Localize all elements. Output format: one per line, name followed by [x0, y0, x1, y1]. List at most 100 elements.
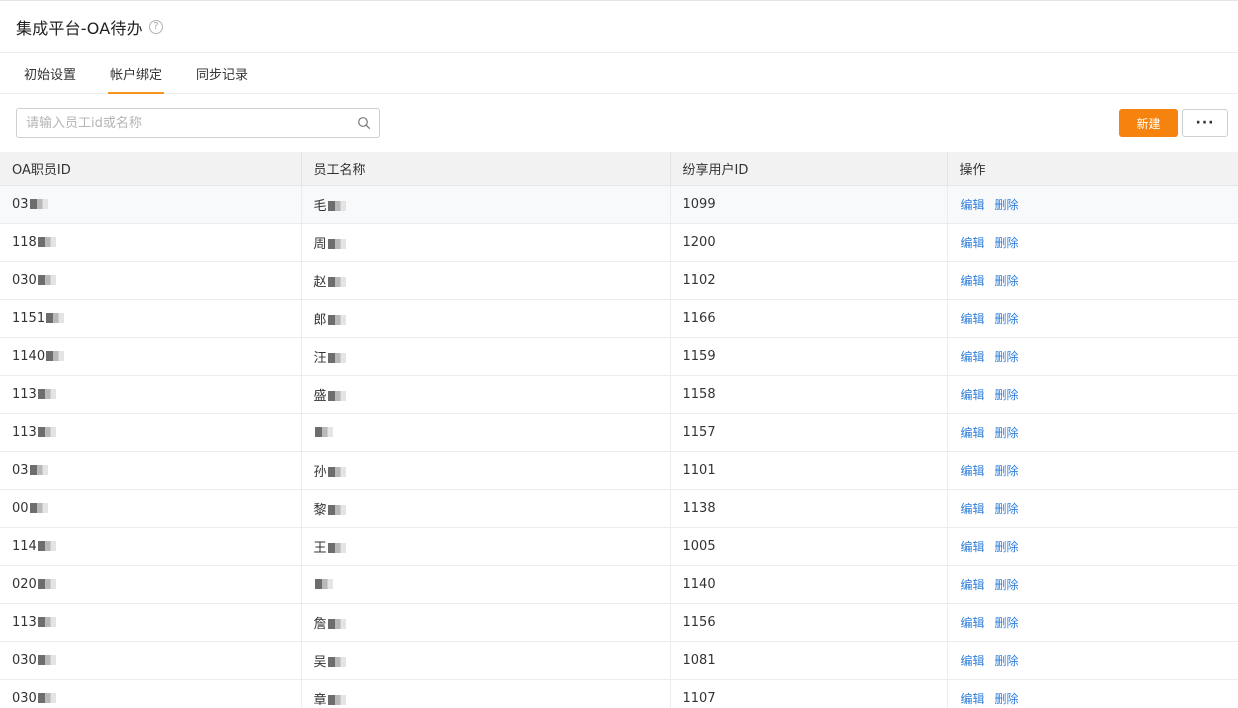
- edit-link[interactable]: 编辑: [961, 464, 985, 478]
- oa-id-text: 118: [12, 234, 37, 250]
- edit-link[interactable]: 编辑: [961, 616, 985, 630]
- oa-id-text: 114: [12, 538, 37, 554]
- redaction-mask: [29, 465, 48, 475]
- edit-link[interactable]: 编辑: [961, 236, 985, 250]
- share-user-id-cell: 1158: [670, 375, 948, 414]
- delete-link[interactable]: 删除: [995, 198, 1019, 212]
- delete-link[interactable]: 删除: [995, 540, 1019, 554]
- redaction-mask: [327, 657, 346, 667]
- table-row: 030 赵 1102 编辑 删除: [0, 261, 1238, 300]
- employee-name-text: 郎: [313, 312, 327, 328]
- employee-name-text: 黎: [313, 502, 327, 518]
- share-user-id-cell: 1166: [670, 299, 948, 338]
- edit-link[interactable]: 编辑: [961, 540, 985, 554]
- question-circle-icon[interactable]: ?: [148, 20, 163, 34]
- edit-link[interactable]: 编辑: [961, 692, 985, 706]
- employee-name-cell: [301, 565, 671, 604]
- redaction-mask: [46, 313, 65, 323]
- redaction-mask: [37, 389, 56, 399]
- edit-link[interactable]: 编辑: [961, 388, 985, 402]
- table-row: 1140 汪 1159 编辑 删除: [0, 337, 1238, 376]
- redaction-mask: [327, 505, 346, 515]
- employee-name-cell: 周: [301, 223, 671, 262]
- employee-name-cell: 王: [301, 527, 671, 566]
- redaction-mask: [327, 315, 346, 325]
- actions-cell: 编辑 删除: [947, 489, 1238, 528]
- edit-link[interactable]: 编辑: [961, 350, 985, 364]
- oa-todo-page: 集成平台-OA待办 ? 初始设置 帐户绑定 同步记录 新建 ··· OA职员ID…: [0, 0, 1238, 708]
- delete-link[interactable]: 删除: [995, 388, 1019, 402]
- share-user-id-text: 1081: [682, 652, 716, 668]
- edit-link[interactable]: 编辑: [961, 312, 985, 326]
- table-header-row: OA职员ID 员工名称 纷享用户ID 操作: [0, 152, 1238, 186]
- share-user-id-text: 1101: [682, 462, 716, 478]
- redaction-mask: [29, 503, 48, 513]
- search-icon[interactable]: [357, 116, 371, 130]
- oa-id-text: 113: [12, 614, 37, 630]
- tab-sync-records[interactable]: 同步记录: [194, 53, 250, 93]
- employee-name-text: 吴: [313, 654, 327, 670]
- edit-link[interactable]: 编辑: [961, 578, 985, 592]
- actions-cell: 编辑 删除: [947, 565, 1238, 604]
- actions-cell: 编辑 删除: [947, 451, 1238, 490]
- delete-link[interactable]: 删除: [995, 616, 1019, 630]
- redaction-mask: [37, 541, 56, 551]
- page-header: 集成平台-OA待办 ?: [0, 1, 1238, 53]
- share-user-id-text: 1140: [682, 576, 716, 592]
- table-row: 113 1157 编辑 删除: [0, 413, 1238, 452]
- oa-id-cell: 030: [0, 261, 302, 300]
- employee-name-cell: 赵: [301, 261, 671, 300]
- redaction-mask: [314, 427, 333, 437]
- tab-bar: 初始设置 帐户绑定 同步记录: [0, 53, 1238, 94]
- table-row: 118 周 1200 编辑 删除: [0, 223, 1238, 262]
- delete-link[interactable]: 删除: [995, 350, 1019, 364]
- redaction-mask: [327, 239, 346, 249]
- share-user-id-cell: 1200: [670, 223, 948, 262]
- edit-link[interactable]: 编辑: [961, 654, 985, 668]
- delete-link[interactable]: 删除: [995, 578, 1019, 592]
- delete-link[interactable]: 删除: [995, 312, 1019, 326]
- redaction-mask: [29, 199, 48, 209]
- share-user-id-cell: 1159: [670, 337, 948, 376]
- oa-id-text: 113: [12, 386, 37, 402]
- delete-link[interactable]: 删除: [995, 236, 1019, 250]
- column-header-actions: 操作: [947, 152, 1238, 186]
- table-row: 020 1140 编辑 删除: [0, 565, 1238, 604]
- share-user-id-cell: 1140: [670, 565, 948, 604]
- employee-name-cell: 吴: [301, 641, 671, 680]
- new-button[interactable]: 新建: [1119, 109, 1178, 137]
- tab-initial-settings[interactable]: 初始设置: [22, 53, 78, 93]
- tab-account-binding[interactable]: 帐户绑定: [108, 53, 165, 94]
- delete-link[interactable]: 删除: [995, 692, 1019, 706]
- delete-link[interactable]: 删除: [995, 274, 1019, 288]
- table-row: 030 吴 1081 编辑 删除: [0, 641, 1238, 680]
- oa-id-cell: 113: [0, 375, 302, 414]
- oa-id-cell: 03: [0, 185, 302, 224]
- actions-cell: 编辑 删除: [947, 299, 1238, 338]
- table-body: 03 毛 1099 编辑 删除 118 周 1200 编辑 删除 030 赵 1102 编辑 删除 1151 郎…: [0, 185, 1238, 708]
- delete-link[interactable]: 删除: [995, 502, 1019, 516]
- oa-id-text: 03: [12, 462, 29, 478]
- delete-link[interactable]: 删除: [995, 464, 1019, 478]
- edit-link[interactable]: 编辑: [961, 274, 985, 288]
- redaction-mask: [37, 655, 56, 665]
- table-row: 00 黎 1138 编辑 删除: [0, 489, 1238, 528]
- toolbar: 新建 ···: [0, 94, 1238, 152]
- edit-link[interactable]: 编辑: [961, 426, 985, 440]
- share-user-id-cell: 1157: [670, 413, 948, 452]
- share-user-id-text: 1005: [682, 538, 716, 554]
- share-user-id-cell: 1101: [670, 451, 948, 490]
- edit-link[interactable]: 编辑: [961, 198, 985, 212]
- redaction-mask: [37, 617, 56, 627]
- delete-link[interactable]: 删除: [995, 426, 1019, 440]
- more-button[interactable]: ···: [1182, 109, 1228, 137]
- employee-name-cell: 孙: [301, 451, 671, 490]
- edit-link[interactable]: 编辑: [961, 502, 985, 516]
- column-header-oa-id: OA职员ID: [0, 152, 302, 186]
- search-input[interactable]: [26, 115, 357, 131]
- share-user-id-text: 1200: [682, 234, 716, 250]
- delete-link[interactable]: 删除: [995, 654, 1019, 668]
- oa-id-cell: 020: [0, 565, 302, 604]
- share-user-id-cell: 1107: [670, 679, 948, 708]
- employee-name-cell: 郎: [301, 299, 671, 338]
